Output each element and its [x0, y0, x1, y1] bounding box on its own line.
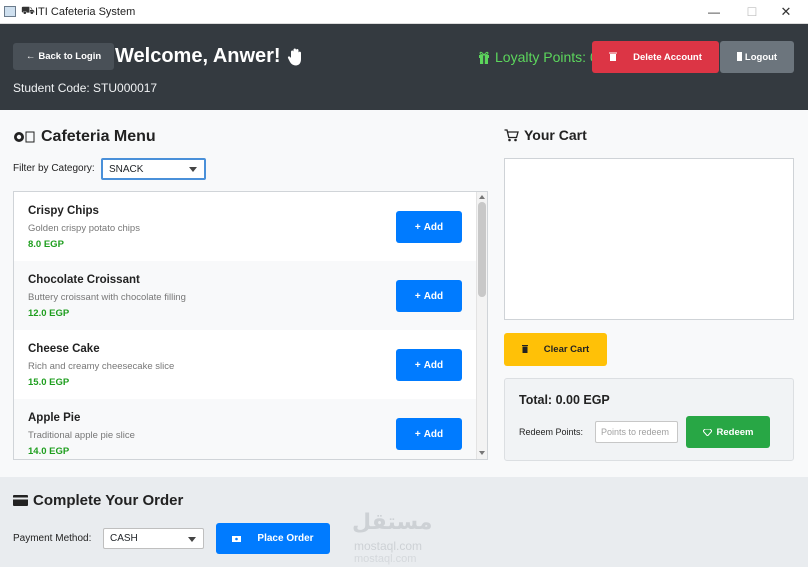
order-panel: Complete Your Order Payment Method: CASH… [0, 477, 808, 567]
add-to-cart-button[interactable]: + Add [396, 418, 462, 450]
clear-cart-button[interactable]: Clear Cart [504, 333, 607, 366]
menu-title: Cafeteria Menu [13, 128, 156, 146]
list-item: Apple Pie Traditional apple pie slice 14… [14, 399, 476, 459]
place-order-button[interactable]: Place Order [216, 523, 330, 554]
cart-icon [504, 128, 519, 141]
item-description: Buttery croissant with chocolate filling [28, 292, 186, 303]
list-item: Crispy Chips Golden crispy potato chips … [14, 192, 476, 261]
close-button[interactable]: ✕ [772, 4, 800, 20]
clear-cart-label: Clear Cart [543, 344, 590, 355]
redeem-label-text: Redeem [716, 426, 754, 438]
item-description: Traditional apple pie slice [28, 430, 135, 441]
back-to-login-label: Back to Login [38, 51, 102, 62]
watermark-logo: مستقل [352, 509, 433, 534]
watermark-site-reflection: mostaql.com [354, 553, 417, 565]
item-name: Chocolate Croissant [28, 274, 140, 286]
scroll-up-arrow-icon[interactable] [479, 195, 485, 199]
watermark-site: mostaql.com [354, 539, 423, 553]
item-description: Golden crispy potato chips [28, 223, 140, 234]
window-titlebar: ⛟ ITI Cafeteria System — ☐ ✕ [0, 0, 808, 24]
logout-label: Logout [744, 51, 778, 63]
item-name: Cheese Cake [28, 343, 100, 355]
order-title-text: Complete Your Order [33, 492, 184, 509]
add-label: Add [423, 359, 444, 371]
cash-icon [232, 535, 242, 542]
gem-icon [702, 428, 712, 436]
maximize-button[interactable]: ☐ [738, 4, 766, 20]
delete-account-button[interactable]: Delete Account [592, 41, 719, 73]
scroll-down-arrow-icon[interactable] [479, 451, 485, 455]
payment-method-select[interactable]: CASH [103, 528, 204, 549]
loyalty-points-text: Loyalty Points: 0 [495, 49, 598, 65]
redeem-points-input[interactable] [595, 421, 678, 443]
plus-icon: + [414, 221, 421, 233]
gift-icon [479, 51, 489, 64]
welcome-heading: Welcome, Anwer! [115, 45, 305, 68]
credit-card-icon [13, 495, 28, 506]
payment-method-value: CASH [110, 533, 138, 544]
back-to-login-button[interactable]: ← Back to Login [13, 43, 114, 70]
chevron-down-icon [189, 167, 197, 172]
delete-account-label: Delete Account [633, 51, 702, 63]
main-panel: Cafeteria Menu Filter by Category: SNACK… [0, 110, 808, 477]
window-title: ITI Cafeteria System [35, 6, 136, 18]
cart-list[interactable] [504, 158, 794, 320]
redeem-button[interactable]: Redeem [686, 416, 770, 448]
cart-summary: Total: 0.00 EGP Redeem Points: Redeem [504, 378, 794, 461]
category-select-value: SNACK [109, 163, 144, 175]
payment-method-label: Payment Method: [13, 533, 92, 544]
place-order-label: Place Order [257, 533, 314, 544]
redeem-label: Redeem Points: [519, 427, 584, 437]
logout-button[interactable]: Logout [720, 41, 794, 73]
add-label: Add [423, 428, 444, 440]
add-to-cart-button[interactable]: + Add [396, 349, 462, 381]
plus-icon: + [414, 290, 421, 302]
trash-icon [521, 344, 528, 355]
door-icon [736, 52, 742, 63]
welcome-text: Welcome, Anwer! [115, 45, 281, 67]
add-label: Add [423, 290, 444, 302]
cart-total: Total: 0.00 EGP [519, 393, 610, 407]
add-to-cart-button[interactable]: + Add [396, 211, 462, 243]
minimize-button[interactable]: — [700, 4, 728, 20]
add-label: Add [423, 221, 444, 233]
scrollbar-thumb[interactable] [478, 202, 486, 297]
menu-title-text: Cafeteria Menu [41, 128, 156, 145]
menu-list: Crispy Chips Golden crispy potato chips … [13, 191, 488, 460]
list-item: Cheese Cake Rich and creamy cheesecake s… [14, 330, 476, 399]
cart-title-text: Your Cart [524, 127, 587, 143]
list-item: Chocolate Croissant Buttery croissant wi… [14, 261, 476, 330]
item-name: Crispy Chips [28, 205, 99, 217]
chevron-down-icon [188, 536, 196, 542]
item-price: 12.0 EGP [28, 308, 70, 319]
window-icon [4, 6, 16, 17]
plus-icon: + [414, 428, 421, 440]
item-price: 14.0 EGP [28, 446, 70, 457]
watermark: مستقل mostaql.com mostaql.com [350, 507, 460, 567]
plate-icon [14, 131, 35, 143]
add-to-cart-button[interactable]: + Add [396, 280, 462, 312]
filter-label: Filter by Category: [13, 163, 95, 174]
item-description: Rich and creamy cheesecake slice [28, 361, 175, 372]
item-name: Apple Pie [28, 412, 81, 424]
waving-hand-icon [287, 48, 301, 65]
item-price: 8.0 EGP [28, 239, 64, 250]
item-price: 15.0 EGP [28, 377, 70, 388]
app-logo-icon: ⛟ [21, 5, 35, 17]
order-title: Complete Your Order [13, 492, 183, 509]
category-select[interactable]: SNACK [101, 158, 206, 180]
left-arrow-icon: ← [25, 51, 36, 62]
cart-title: Your Cart [504, 127, 587, 143]
loyalty-points: Loyalty Points: 0 [478, 49, 598, 65]
student-code: Student Code: STU000017 [13, 81, 158, 95]
plus-icon: + [414, 359, 421, 371]
app-header: ← Back to Login Welcome, Anwer! Student … [0, 24, 808, 110]
trash-icon [609, 52, 618, 63]
